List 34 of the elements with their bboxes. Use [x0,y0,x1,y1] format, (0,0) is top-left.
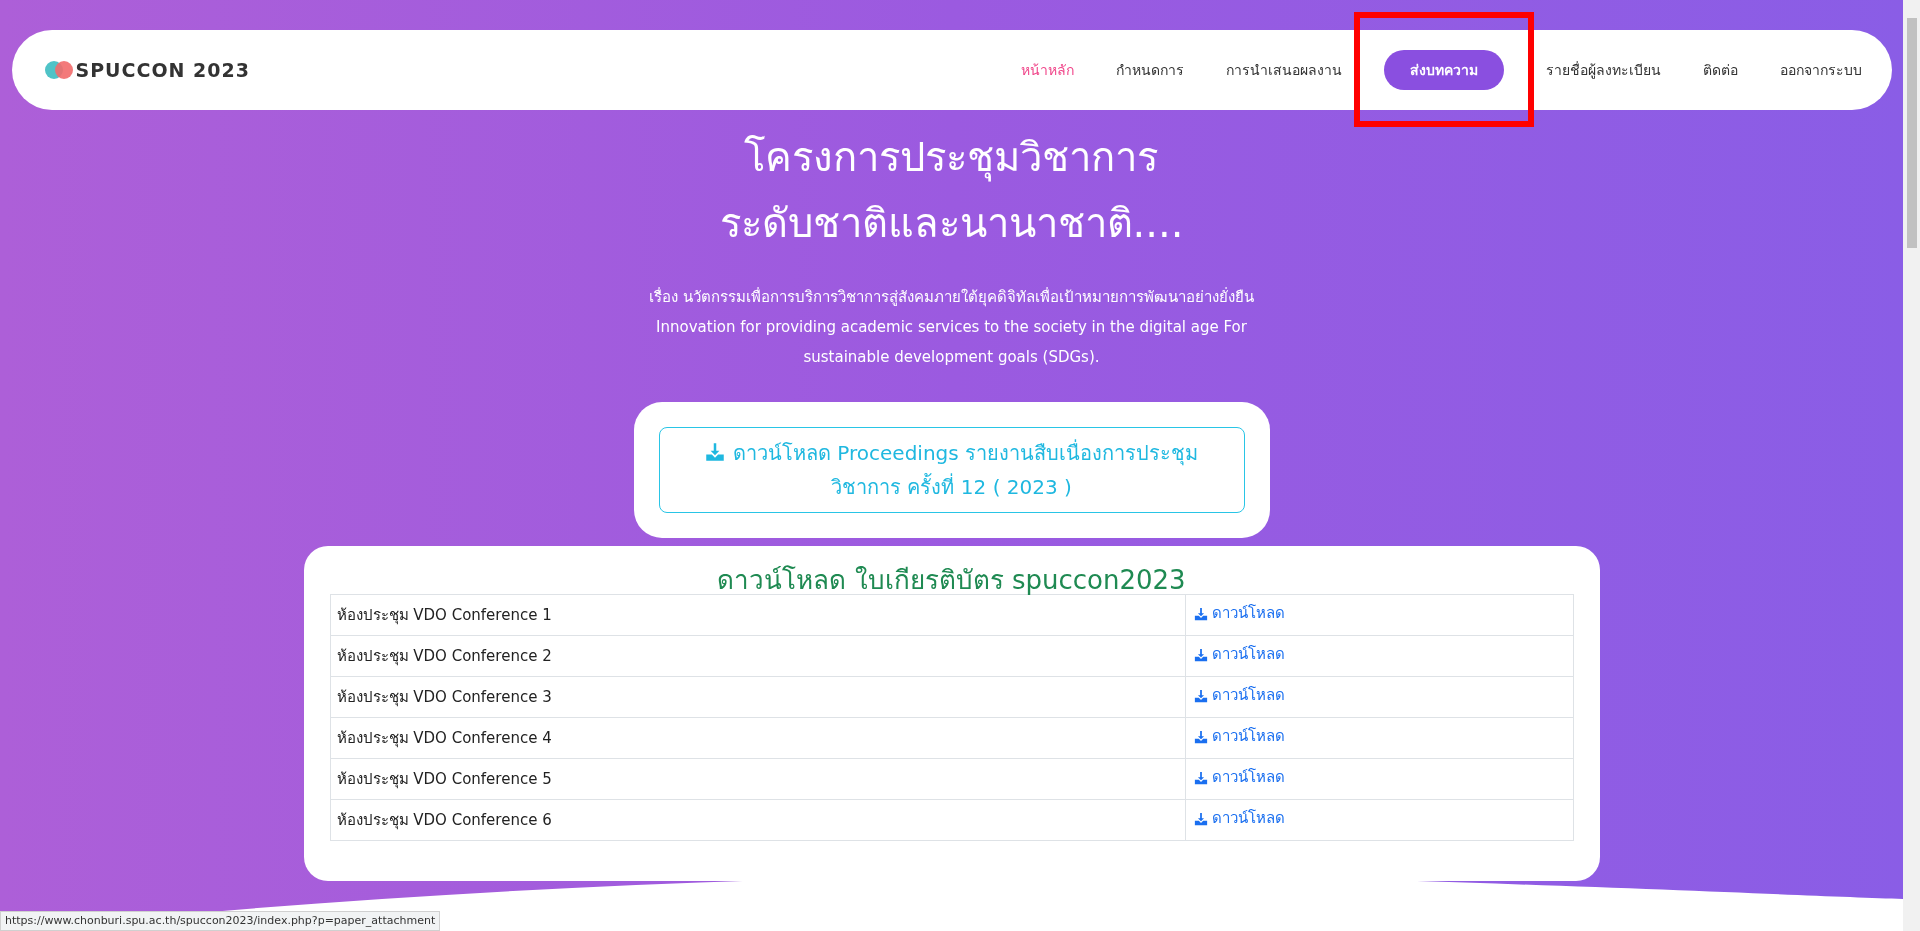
logo-text: SPUCCON 2023 [75,57,250,83]
hero-description: เรื่อง นวัตกรรมเพื่อการบริการวิชาการสู่สังคมภายใต้ยุคดิจิทัลเพื่อเป้าหมายการพัฒนาอย่างยั่งยืน Innovation for providing academic services to the society in the digital age For sustainable development goals (SDGs). [648,286,1255,368]
nav-link[interactable]: รายชื่อผู้ลงทะเบียน [1529,59,1677,81]
nav-link[interactable]: การนำเสนอผลงาน [1209,59,1358,81]
nav-link[interactable]: หน้าหลัก [1004,59,1090,81]
nav-button[interactable]: ส่งบทความ [1383,50,1504,90]
download-icon [704,442,725,462]
download-link[interactable]: ดาวน์โหลด [1193,725,1285,748]
hero-title: ระดับชาติและนานาชาติ.... [719,199,1184,248]
nav-link[interactable]: ติดต่อ [1686,59,1754,81]
download-link[interactable]: ดาวน์โหลด [1193,643,1285,666]
download-link[interactable]: ดาวน์โหลด [1193,602,1285,625]
download-icon [1193,606,1208,621]
scrollbar-thumb[interactable] [1906,18,1917,248]
download-icon [1193,729,1208,744]
table-cell: ห้องประชุม VDO Conference 4 [330,717,1185,759]
nav-link[interactable]: กำหนดการ [1099,59,1200,81]
status-bar: https://www.chonburi.spu.ac.th/spuccon2023/index.php?p=paper_attachment [0,911,441,931]
download-link[interactable]: ดาวน์โหลด [1193,766,1285,789]
table-cell: ห้องประชุม VDO Conference 3 [330,676,1185,718]
nav-link[interactable]: ออกจากระบบ [1763,59,1878,81]
download-icon [1193,688,1208,703]
table-cell: ห้องประชุม VDO Conference 5 [330,758,1185,800]
logo-icon [43,60,74,80]
table-cell: ห้องประชุม VDO Conference 6 [330,799,1185,841]
hero-title: โครงการประชุมวิชาการ [744,133,1159,184]
table-cell: ห้องประชุม VDO Conference 2 [330,635,1185,677]
table-cell: ห้องประชุม VDO Conference 1 [330,594,1185,636]
scrollbar[interactable] [1903,0,1920,931]
download-link[interactable]: ดาวน์โหลด [1193,807,1285,830]
download-icon [1193,811,1208,826]
download-icon [1193,647,1208,662]
download-icon [1193,770,1208,785]
download-link[interactable]: ดาวน์โหลด [1193,684,1285,707]
